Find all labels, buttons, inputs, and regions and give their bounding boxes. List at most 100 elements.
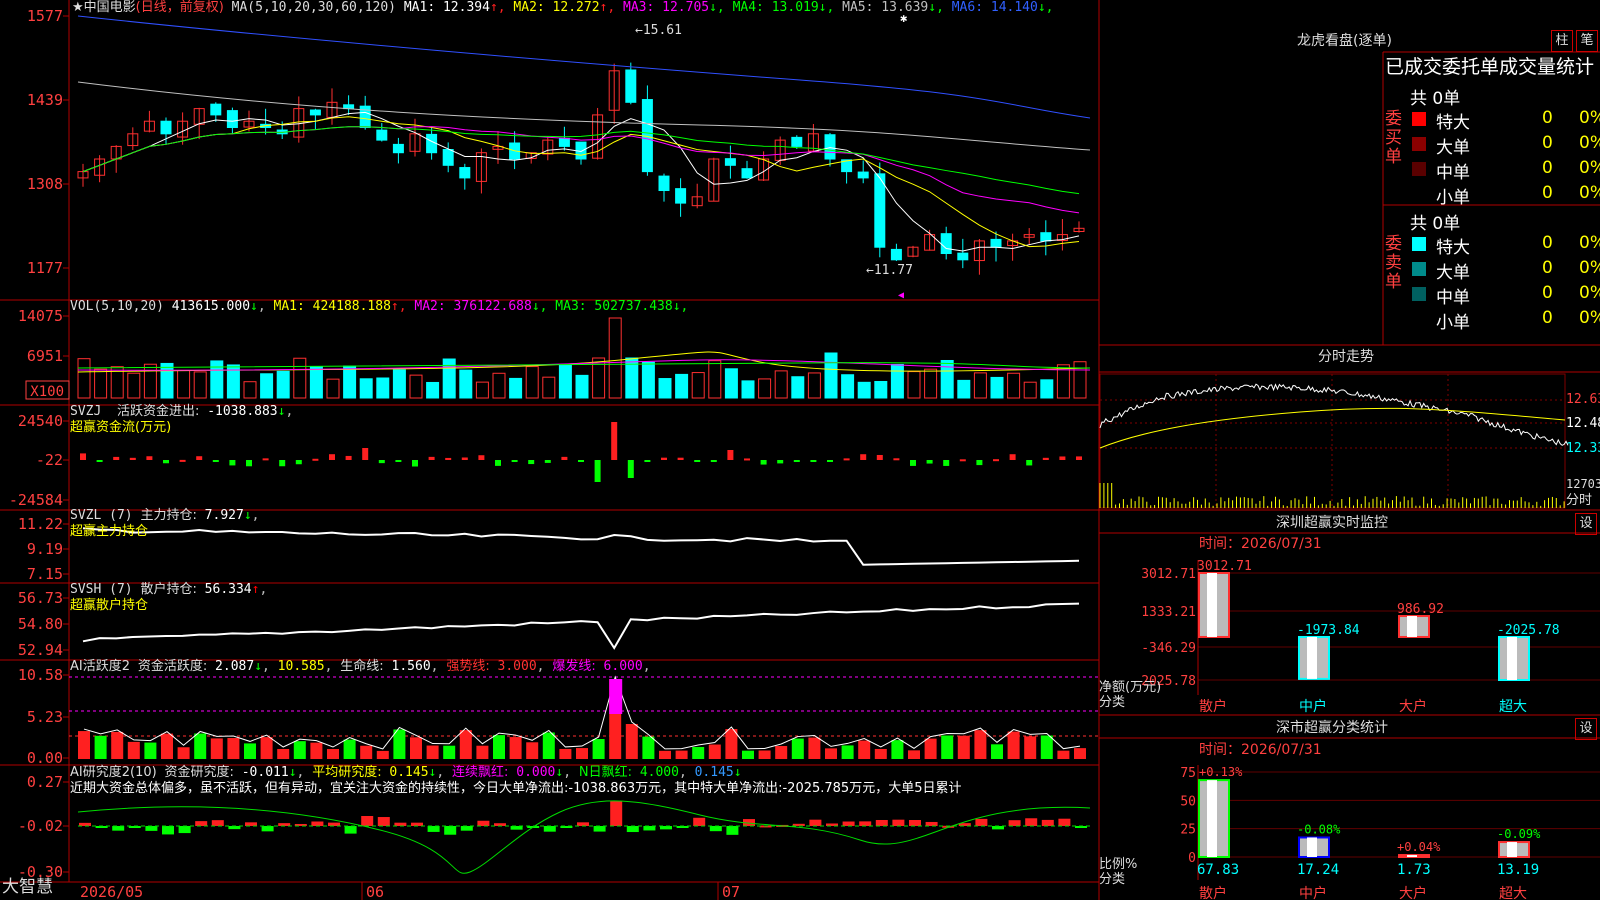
activity-bar: [825, 748, 837, 759]
research-bar: [112, 826, 125, 831]
volume-bar: [392, 369, 406, 399]
ma6-line: [77, 15, 1091, 119]
axis-tick-label: 6951: [27, 347, 63, 365]
order-row-name: 特大: [1436, 113, 1470, 133]
classify-tick: 0: [1188, 851, 1196, 866]
activity-bar: [708, 744, 721, 759]
brand-logo: 大智慧: [2, 877, 53, 897]
fund-flow-bar: [312, 458, 319, 461]
order-row-name: 特大: [1436, 238, 1470, 258]
activity-bar: [526, 742, 539, 759]
color-swatch: [1412, 187, 1426, 201]
fund-flow-bar: [777, 460, 784, 464]
fund-flow-bar: [993, 459, 999, 462]
candle-body: [558, 137, 570, 147]
order-row: 中单 0 0%: [1410, 283, 1600, 308]
ai2-v5: 0.145: [694, 765, 734, 780]
classify-value-label: 67.83: [1197, 862, 1239, 878]
ai1-legend: AI活跃度2 资金活跃度: 2.087↓, 10.585, 生命线: 1.560…: [70, 659, 651, 674]
research-bar: [643, 826, 656, 831]
fund-flow-bar: [129, 457, 136, 460]
axis-tick-label: 0.27: [27, 773, 63, 791]
activity-bar: [111, 731, 124, 759]
candle-body: [442, 149, 454, 166]
axis-tick-label: 7.15: [27, 565, 63, 583]
research-bar: [859, 821, 872, 826]
volume-bar: [525, 366, 539, 399]
activity-bar: [426, 745, 439, 759]
candle-body: [791, 136, 803, 147]
classify-category: 大户: [1399, 885, 1427, 900]
fund-flow-bar: [644, 460, 651, 462]
monitor-bar-label: 3012.71: [1197, 559, 1252, 574]
volume-bar: [708, 360, 722, 399]
monitor-category: 大户: [1399, 698, 1427, 715]
vol-legend: VOL(5,10,20) 413615.000 ↓, MA1: 424188.18…: [70, 299, 689, 314]
volume-bar: [691, 372, 705, 399]
axis-tick-label: 9.19: [27, 540, 63, 558]
arrow-down-icon: ↓,: [1037, 0, 1054, 15]
monitor-bar: [1498, 635, 1530, 682]
activity-bar: [559, 748, 572, 759]
order-row-name: 中单: [1436, 288, 1470, 308]
volume-bar: [608, 317, 622, 399]
volume-bar: [210, 360, 224, 399]
volume-bar: [77, 358, 91, 399]
activity-bar: [227, 738, 240, 759]
fenshi-vol-tick: 12703: [1566, 477, 1600, 491]
activity-bar: [177, 747, 190, 759]
activity-bar: [1057, 750, 1070, 759]
svzl-value: 7.927: [204, 508, 244, 523]
fund-flow-bar: [295, 460, 302, 465]
activity-bar: [675, 750, 688, 759]
fund-flow-bar: [611, 422, 618, 460]
activity-bar: [244, 743, 256, 759]
classify-bar: [1398, 854, 1430, 858]
ai2-legend: AI研究度2(10) 资金研究度: -0.011↓, 平均研究度: 0.145↓…: [70, 765, 962, 796]
activity-bar: [1074, 748, 1086, 759]
order-row-count: 0: [1542, 308, 1553, 328]
vol-title: VOL(5,10,20): [70, 299, 164, 314]
research-bar: [709, 826, 722, 832]
tick-mode-button[interactable]: 笔: [1576, 30, 1598, 52]
fund-flow-bar: [661, 457, 667, 460]
lhb-tabs[interactable]: 已成交委托单成交量统计: [1385, 55, 1594, 79]
monitor-settings-button[interactable]: 设: [1575, 513, 1597, 535]
activity-bar: [974, 730, 987, 759]
axis-tick-label: 54.80: [18, 615, 63, 633]
order-row: 大单 0 0%: [1410, 258, 1600, 283]
activity-bar: [758, 750, 771, 759]
candle-body: [940, 233, 952, 255]
research-bar: [444, 826, 457, 835]
axis-tick-label: 1308: [27, 175, 63, 193]
fund-flow-bar: [876, 454, 883, 460]
ma-legend-item: MA1: 424188.188: [273, 299, 391, 314]
classify-bar: [1298, 836, 1330, 858]
volume-bar: [177, 369, 191, 399]
fund-flow-bar: [196, 456, 203, 460]
volume-bar: [1073, 361, 1087, 399]
volume-bar: [260, 373, 274, 399]
stock-name[interactable]: ★中国电影: [72, 0, 136, 15]
order-row-pct: 0%: [1579, 183, 1600, 203]
bar-mode-button[interactable]: 柱: [1551, 30, 1573, 52]
fund-flow-bar: [212, 460, 219, 462]
candle-body: [1040, 232, 1052, 242]
research-bar: [1058, 818, 1071, 826]
order-row-name: 中单: [1436, 163, 1470, 183]
svzl-legend: SVZL (7) 主力持仓: 7.927↓, 超赢主力持仓: [70, 508, 260, 539]
monitor-bar-label: -2025.78: [1497, 623, 1560, 638]
order-row-name: 小单: [1436, 313, 1470, 333]
fund-flow-bar: [561, 456, 568, 460]
fund-flow-bar: [793, 460, 800, 462]
arrow-down-icon: ↓: [277, 404, 286, 419]
classify-category: 超大: [1499, 886, 1527, 900]
classify-settings-button[interactable]: 设: [1575, 718, 1597, 740]
research-bar: [211, 820, 224, 826]
research-bar: [809, 819, 822, 826]
high-price-label: ←15.61: [635, 23, 682, 38]
activity-bar: [692, 746, 705, 759]
axis-tick-label: 11.22: [18, 515, 63, 533]
svzj-legend: SVZJ 活跃资金进出: -1038.883↓, 超赢资金流(万元): [70, 404, 294, 435]
arrow-up-icon: ↑,: [489, 0, 514, 15]
